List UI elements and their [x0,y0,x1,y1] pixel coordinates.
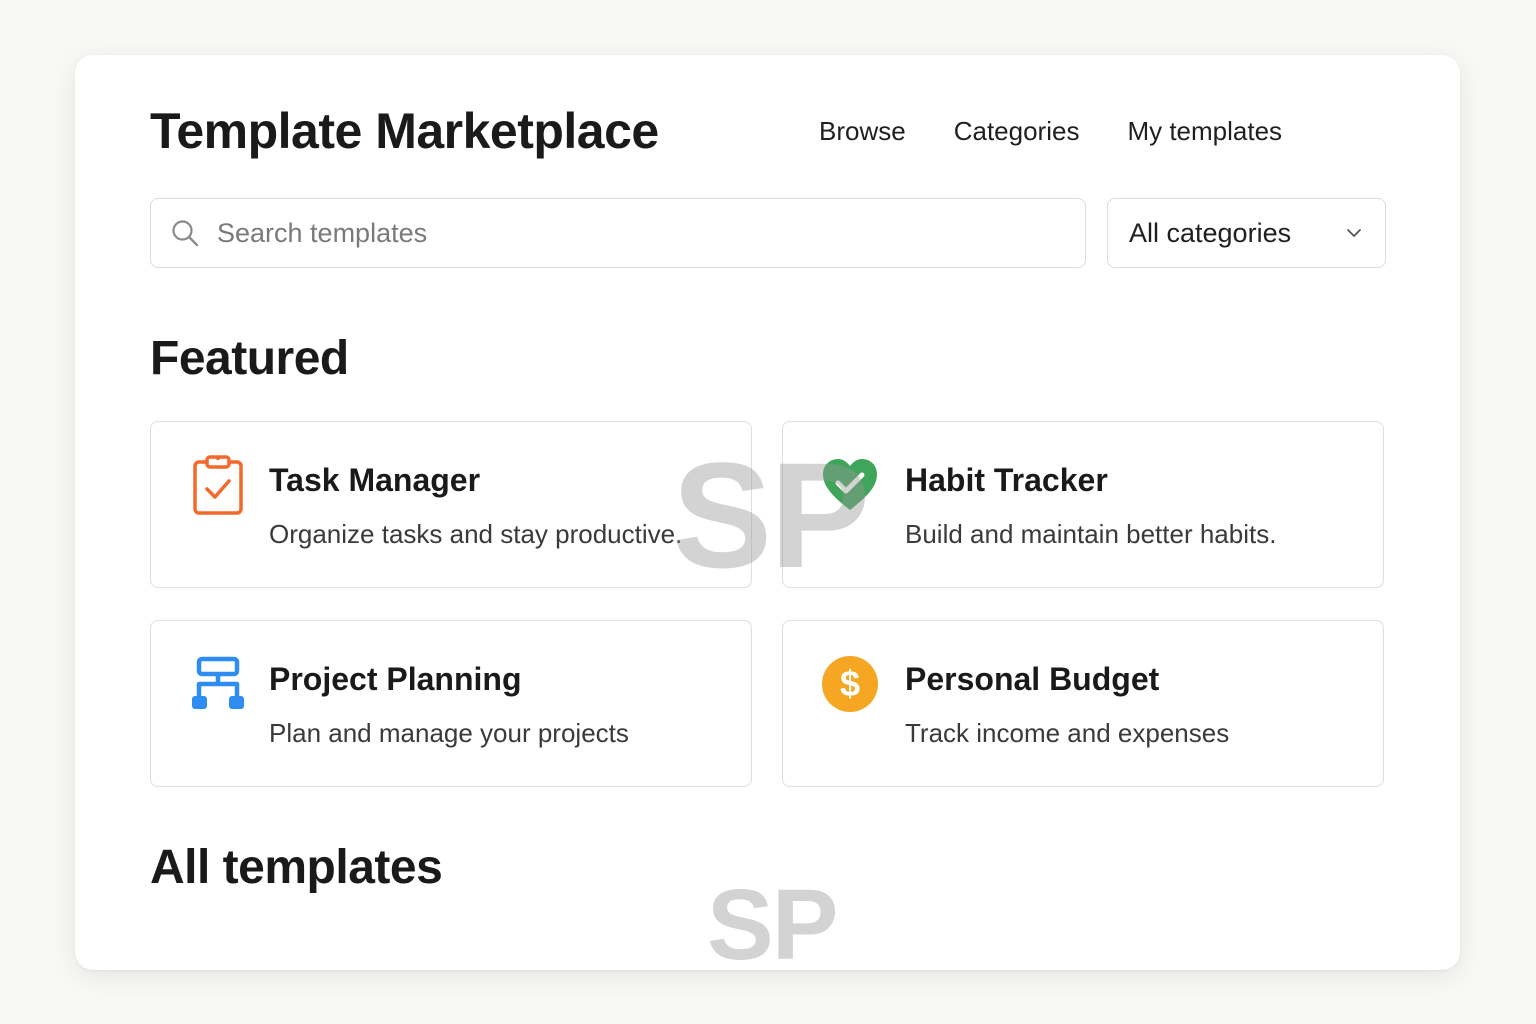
nav-categories[interactable]: Categories [954,113,1080,149]
card-title: Personal Budget [905,661,1160,697]
card-title: Task Manager [269,462,481,498]
category-select[interactable]: All categories [1107,198,1386,268]
flowchart-icon [189,653,247,715]
template-card-project-planning[interactable]: Project Planning Plan and manage your pr… [150,620,752,787]
template-card-task-manager[interactable]: Task Manager Organize tasks and stay pro… [150,421,752,588]
template-card-habit-tracker[interactable]: Habit Tracker Build and maintain better … [782,421,1384,588]
card-description: Organize tasks and stay productive. [269,519,683,549]
search-input[interactable] [215,216,1085,250]
dollar-coin-icon: $ [821,653,879,715]
page-title: Template Marketplace [150,103,659,159]
template-card-personal-budget[interactable]: $ Personal Budget Track income and expen… [782,620,1384,787]
card-description: Build and maintain better habits. [905,519,1277,549]
svg-text:$: $ [840,663,860,704]
nav-my-templates[interactable]: My templates [1127,113,1282,149]
chevron-down-icon [1345,224,1363,242]
watermark: SP [707,869,838,970]
heart-check-icon [821,454,879,516]
card-title: Project Planning [269,661,522,697]
card-description: Plan and manage your projects [269,718,629,748]
search-box[interactable] [150,198,1086,268]
card-title: Habit Tracker [905,462,1108,498]
nav-browse[interactable]: Browse [819,113,906,149]
clipboard-check-icon [189,454,247,516]
card-description: Track income and expenses [905,718,1230,748]
search-icon [171,219,199,247]
all-templates-heading: All templates [150,841,443,894]
top-nav: Browse Categories My templates [819,113,1282,149]
category-select-value: All categories [1129,217,1292,248]
featured-heading: Featured [150,332,349,385]
app-window: Template Marketplace Browse Categories M… [75,55,1460,970]
